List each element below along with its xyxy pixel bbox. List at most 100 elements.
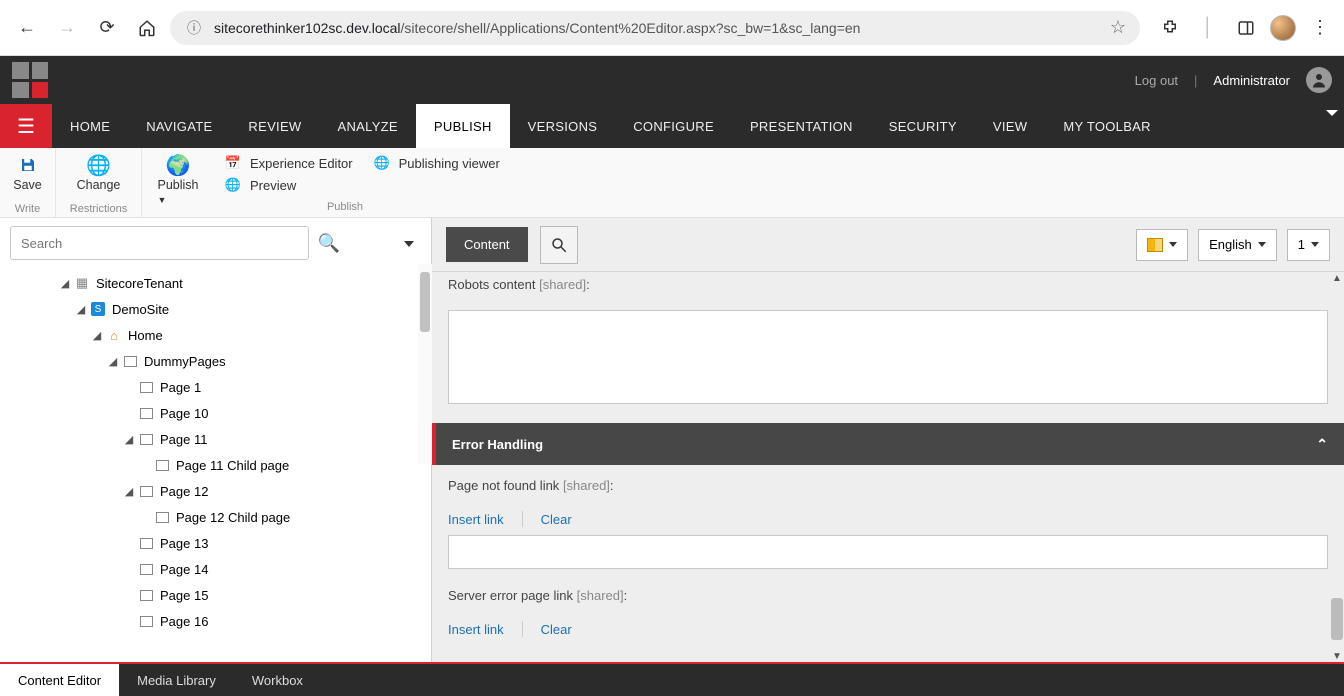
tree-node-label: SitecoreTenant bbox=[96, 276, 183, 291]
robots-content-field[interactable] bbox=[448, 310, 1328, 404]
back-button[interactable]: ← bbox=[10, 11, 44, 45]
bottom-tab-content-editor[interactable]: Content Editor bbox=[0, 664, 119, 696]
menu-analyze[interactable]: ANALYZE bbox=[320, 104, 416, 148]
tree-options-dropdown[interactable] bbox=[395, 234, 423, 252]
menu-configure[interactable]: CONFIGURE bbox=[615, 104, 732, 148]
publish-button[interactable]: 🌍 Publish ▼ bbox=[150, 152, 207, 208]
save-label: Save bbox=[13, 178, 42, 192]
ribbon: Save Write 🌐 Change Restrictions 🌍 Publi… bbox=[0, 148, 1344, 218]
site-icon: S bbox=[90, 301, 106, 317]
user-avatar-icon[interactable] bbox=[1306, 67, 1332, 93]
menu-view[interactable]: VIEW bbox=[975, 104, 1045, 148]
side-panel-icon[interactable] bbox=[1232, 14, 1260, 42]
expand-icon[interactable] bbox=[122, 381, 136, 393]
menu-home[interactable]: HOME bbox=[52, 104, 128, 148]
app-logo[interactable] bbox=[12, 62, 48, 98]
site-info-icon[interactable]: ⓘ bbox=[184, 18, 204, 38]
menu-presentation[interactable]: PRESENTATION bbox=[732, 104, 871, 148]
tree-node[interactable]: Page 11 Child page bbox=[0, 452, 431, 478]
content-tree[interactable]: ◢▦SitecoreTenant◢SDemoSite◢⌂Home◢DummyPa… bbox=[0, 264, 431, 662]
expand-icon[interactable]: ◢ bbox=[90, 329, 104, 342]
expand-icon[interactable] bbox=[122, 563, 136, 575]
tree-node[interactable]: Page 10 bbox=[0, 400, 431, 426]
tree-node[interactable]: Page 16 bbox=[0, 608, 431, 634]
expand-icon[interactable] bbox=[122, 407, 136, 419]
tree-node[interactable]: Page 12 Child page bbox=[0, 504, 431, 530]
profile-avatar[interactable] bbox=[1270, 15, 1296, 41]
forward-button[interactable]: → bbox=[50, 11, 84, 45]
content-tab-button[interactable]: Content bbox=[446, 227, 528, 262]
expand-icon[interactable]: ◢ bbox=[58, 277, 72, 290]
preview-icon: 🌐 bbox=[224, 176, 242, 194]
folder-icon bbox=[122, 353, 138, 369]
menu-review[interactable]: REVIEW bbox=[230, 104, 319, 148]
folder-icon bbox=[138, 483, 154, 499]
clear-link-sep[interactable]: Clear bbox=[541, 622, 572, 637]
change-restrictions-button[interactable]: 🌐 Change bbox=[69, 152, 129, 194]
expand-icon[interactable] bbox=[138, 459, 152, 471]
error-handling-section-header[interactable]: Error Handling ⌃ bbox=[432, 423, 1344, 465]
menu-security[interactable]: SECURITY bbox=[871, 104, 975, 148]
content-search-button[interactable] bbox=[540, 226, 578, 264]
insert-link-pnf[interactable]: Insert link bbox=[448, 512, 504, 527]
tree-node[interactable]: Page 15 bbox=[0, 582, 431, 608]
expand-icon[interactable] bbox=[122, 615, 136, 627]
menu-collapse-icon[interactable] bbox=[1326, 104, 1338, 148]
bookmark-icon[interactable]: ☆ bbox=[1110, 17, 1126, 38]
save-button[interactable]: Save bbox=[5, 152, 50, 194]
chrome-menu-icon[interactable]: ⋮ bbox=[1306, 14, 1334, 42]
tree-node[interactable]: ◢ DummyPages bbox=[0, 348, 431, 374]
extensions-icon[interactable] bbox=[1156, 14, 1184, 42]
menu-my-toolbar[interactable]: MY TOOLBAR bbox=[1045, 104, 1169, 148]
bottom-tabs: Content EditorMedia LibraryWorkbox bbox=[0, 662, 1344, 696]
tree-node[interactable]: Page 1 bbox=[0, 374, 431, 400]
tree-node[interactable]: ◢▦SitecoreTenant bbox=[0, 270, 431, 296]
bottom-tab-media-library[interactable]: Media Library bbox=[119, 664, 234, 696]
experience-editor-button[interactable]: 📅 Experience Editor bbox=[224, 154, 353, 172]
bottom-tab-workbox[interactable]: Workbox bbox=[234, 664, 321, 696]
tree-node-label: DummyPages bbox=[144, 354, 226, 369]
tree-node[interactable]: ◢S DemoSite bbox=[0, 296, 431, 322]
expand-icon[interactable] bbox=[122, 589, 136, 601]
content-scrollbar[interactable]: ▲ ▼ bbox=[1328, 272, 1344, 662]
expand-icon[interactable] bbox=[138, 511, 152, 523]
separator: | bbox=[1194, 73, 1197, 88]
tree-node-label: DemoSite bbox=[112, 302, 169, 317]
page-not-found-field[interactable] bbox=[448, 535, 1328, 569]
tree-search-input[interactable] bbox=[10, 226, 309, 260]
expand-icon[interactable]: ◢ bbox=[122, 433, 136, 446]
language-dropdown[interactable]: English bbox=[1198, 229, 1277, 261]
experience-editor-label: Experience Editor bbox=[250, 156, 353, 171]
tree-node[interactable]: Page 14 bbox=[0, 556, 431, 582]
folder-icon bbox=[154, 509, 170, 525]
scroll-down-arrow[interactable]: ▼ bbox=[1331, 650, 1343, 662]
expand-icon[interactable]: ◢ bbox=[106, 355, 120, 368]
scroll-up-arrow[interactable]: ▲ bbox=[1331, 272, 1343, 284]
menu-navigate[interactable]: NAVIGATE bbox=[128, 104, 230, 148]
expand-icon[interactable]: ◢ bbox=[74, 303, 88, 316]
menu-versions[interactable]: VERSIONS bbox=[510, 104, 616, 148]
insert-link-sep[interactable]: Insert link bbox=[448, 622, 504, 637]
home-button[interactable] bbox=[130, 11, 164, 45]
clear-link-pnf[interactable]: Clear bbox=[541, 512, 572, 527]
bookmark-dropdown[interactable] bbox=[1136, 229, 1188, 261]
tree-node[interactable]: ◢⌂Home bbox=[0, 322, 431, 348]
tree-node[interactable]: ◢Page 12 bbox=[0, 478, 431, 504]
menu-publish[interactable]: PUBLISH bbox=[416, 104, 510, 148]
tree-node[interactable]: Page 13 bbox=[0, 530, 431, 556]
expand-icon[interactable]: ◢ bbox=[122, 485, 136, 498]
tree-scrollbar[interactable] bbox=[418, 264, 432, 464]
expand-icon[interactable] bbox=[122, 537, 136, 549]
tree-node[interactable]: ◢Page 11 bbox=[0, 426, 431, 452]
address-bar[interactable]: ⓘ sitecorethinker102sc.dev.local/sitecor… bbox=[170, 11, 1140, 45]
version-dropdown[interactable]: 1 bbox=[1287, 229, 1330, 261]
logout-link[interactable]: Log out bbox=[1135, 73, 1178, 88]
separator bbox=[522, 511, 523, 527]
hamburger-button[interactable]: ☰ bbox=[0, 104, 52, 148]
publishing-viewer-button[interactable]: 🌐 Publishing viewer bbox=[373, 154, 500, 172]
preview-button[interactable]: 🌐 Preview bbox=[224, 176, 353, 194]
reload-button[interactable]: ⟳ bbox=[90, 11, 124, 45]
calendar-icon: 📅 bbox=[224, 154, 242, 172]
book-icon bbox=[1147, 238, 1163, 252]
tree-search-icon[interactable]: 🔍 bbox=[315, 229, 343, 257]
